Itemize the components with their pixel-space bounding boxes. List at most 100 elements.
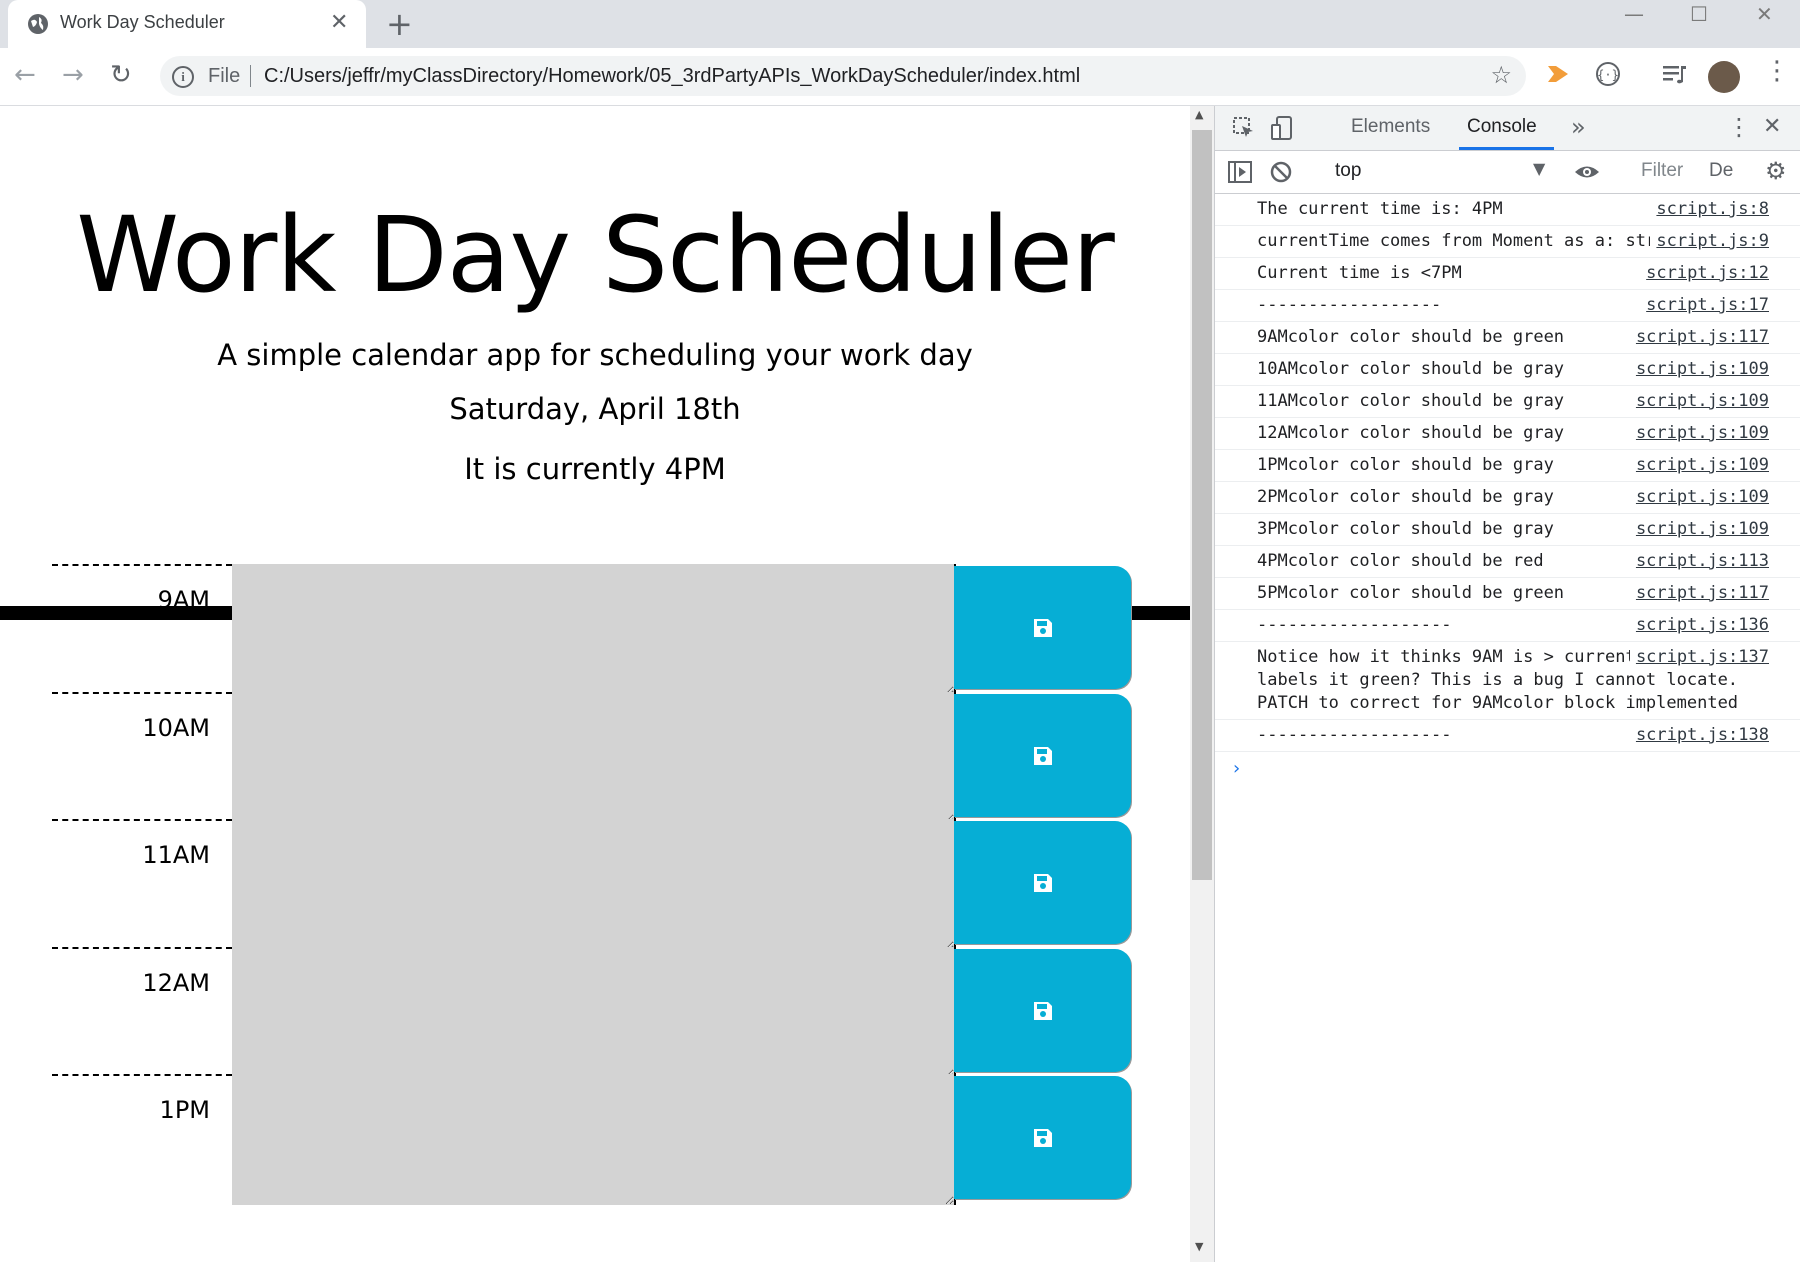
new-tab-button[interactable]: + bbox=[386, 6, 413, 42]
scheme-label: File bbox=[208, 65, 241, 87]
console-message-text: 1PMcolor color should be gray bbox=[1257, 455, 1554, 475]
description-textarea[interactable] bbox=[232, 819, 956, 950]
save-button[interactable] bbox=[954, 821, 1131, 944]
source-link[interactable]: script.js:12 bbox=[1640, 262, 1769, 285]
maximize-button[interactable]: ☐ bbox=[1690, 2, 1708, 26]
console-message: The current time is: 4PM script.js:8 bbox=[1215, 194, 1800, 226]
clear-console-icon[interactable] bbox=[1269, 160, 1293, 184]
reload-button[interactable]: ↻ bbox=[110, 60, 132, 90]
profile-avatar[interactable] bbox=[1708, 61, 1740, 93]
forward-button[interactable]: → bbox=[62, 60, 84, 90]
source-link[interactable]: script.js:113 bbox=[1629, 550, 1769, 573]
hour-label: 9AM bbox=[52, 564, 232, 693]
source-link[interactable]: script.js:109 bbox=[1629, 518, 1769, 541]
description-textarea[interactable] bbox=[232, 564, 956, 695]
save-disk-icon bbox=[1033, 873, 1052, 892]
scroll-up-arrow-icon[interactable]: ▲ bbox=[1195, 108, 1203, 121]
console-message: Notice how it thinks 9AM is > currentTim… bbox=[1215, 642, 1800, 720]
console-message: 2PMcolor color should be gray script.js:1… bbox=[1215, 482, 1800, 514]
description-textarea[interactable] bbox=[232, 692, 956, 823]
eye-icon[interactable] bbox=[1573, 161, 1601, 183]
source-link[interactable]: script.js:109 bbox=[1629, 486, 1769, 509]
info-icon[interactable]: i bbox=[172, 66, 194, 88]
console-message-text: 10AMcolor color should be gray bbox=[1257, 359, 1565, 379]
tab-close-icon[interactable]: ✕ bbox=[330, 11, 348, 35]
save-button[interactable] bbox=[954, 694, 1131, 817]
console-toolbar: top ▼ Filter De ⚙ bbox=[1215, 151, 1800, 194]
hour-label: 12AM bbox=[52, 947, 232, 1076]
context-selector[interactable]: top bbox=[1335, 160, 1361, 182]
source-link[interactable]: script.js:117 bbox=[1629, 582, 1769, 605]
settings-gear-icon[interactable]: ⚙ bbox=[1765, 158, 1787, 184]
filter-input[interactable]: Filter bbox=[1641, 160, 1683, 182]
bookmark-star-icon[interactable]: ☆ bbox=[1490, 61, 1512, 89]
active-tab-indicator bbox=[1459, 147, 1554, 150]
page-viewport: Work Day Scheduler A simple calendar app… bbox=[0, 106, 1190, 1262]
context-dropdown-icon[interactable]: ▼ bbox=[1533, 159, 1545, 178]
description-textarea[interactable] bbox=[232, 1074, 956, 1205]
source-link[interactable]: script.js:109 bbox=[1629, 390, 1769, 413]
browser-tab[interactable]: Work Day Scheduler ✕ bbox=[8, 0, 366, 48]
time-block-row: 11AM bbox=[52, 819, 1133, 950]
scrollbar-thumb[interactable] bbox=[1192, 130, 1212, 880]
save-disk-icon bbox=[1033, 1128, 1052, 1147]
tab-strip: Work Day Scheduler ✕ + — ☐ ✕ bbox=[0, 0, 1800, 48]
source-link[interactable]: script.js:117 bbox=[1629, 326, 1769, 349]
log-levels-dropdown[interactable]: De bbox=[1709, 160, 1733, 182]
minimize-button[interactable]: — bbox=[1624, 2, 1644, 26]
hour-text: 12AM bbox=[142, 969, 210, 997]
source-link[interactable]: script.js:136 bbox=[1629, 614, 1769, 637]
source-link[interactable]: script.js:17 bbox=[1640, 294, 1769, 317]
browser-toolbar: ← → ↻ i File C:/Users/jeffr/myClassDirec… bbox=[0, 48, 1800, 106]
devtools-tabbar: Elements Console » ⋮ ✕ bbox=[1215, 106, 1800, 151]
console-message: ------------------- script.js:138 bbox=[1215, 720, 1800, 752]
media-queue-icon[interactable] bbox=[1660, 60, 1688, 88]
console-message: 11AMcolor color should be gray script.js:… bbox=[1215, 386, 1800, 418]
console-message-text: 3PMcolor color should be gray bbox=[1257, 519, 1554, 539]
save-button[interactable] bbox=[954, 949, 1131, 1072]
page-title: Work Day Scheduler bbox=[76, 194, 1115, 316]
console-prompt[interactable]: › bbox=[1231, 758, 1800, 779]
time-block-row: 12AM bbox=[52, 947, 1133, 1078]
console-message-text: ------------------ bbox=[1257, 295, 1442, 315]
extension-code-icon[interactable]: {·} bbox=[1594, 60, 1622, 88]
source-link[interactable]: script.js:138 bbox=[1629, 724, 1769, 747]
source-link[interactable]: script.js:137 bbox=[1629, 646, 1769, 669]
more-tabs-icon[interactable]: » bbox=[1571, 114, 1586, 140]
source-link[interactable]: script.js:109 bbox=[1629, 358, 1769, 381]
sidebar-toggle-icon[interactable] bbox=[1227, 160, 1253, 184]
tab-elements[interactable]: Elements bbox=[1351, 116, 1430, 138]
window-close-button[interactable]: ✕ bbox=[1756, 2, 1773, 26]
url-text[interactable]: C:/Users/jeffr/myClassDirectory/Homework… bbox=[264, 65, 1080, 88]
inspect-element-icon[interactable] bbox=[1231, 115, 1257, 141]
save-button[interactable] bbox=[954, 566, 1131, 689]
save-button[interactable] bbox=[954, 1076, 1131, 1199]
tab-console[interactable]: Console bbox=[1467, 116, 1537, 138]
omnibox-separator bbox=[250, 65, 251, 87]
console-message: 3PMcolor color should be gray script.js:1… bbox=[1215, 514, 1800, 546]
extension-play-icon[interactable] bbox=[1544, 60, 1572, 88]
source-link[interactable]: script.js:8 bbox=[1650, 198, 1769, 221]
hour-text: 10AM bbox=[142, 714, 210, 742]
console-message-text: 9AMcolor color should be green bbox=[1257, 327, 1565, 347]
browser-menu-icon[interactable]: ⋮ bbox=[1764, 56, 1790, 86]
source-link[interactable]: script.js:109 bbox=[1629, 454, 1769, 477]
description-textarea[interactable] bbox=[232, 947, 956, 1078]
console-message: Current time is <7PM script.js:12 bbox=[1215, 258, 1800, 290]
devtools-close-icon[interactable]: ✕ bbox=[1763, 114, 1781, 140]
devtools-menu-icon[interactable]: ⋮ bbox=[1727, 114, 1751, 140]
console-message: ------------------- script.js:136 bbox=[1215, 610, 1800, 642]
source-link[interactable]: script.js:109 bbox=[1629, 422, 1769, 445]
console-message: ------------------ script.js:17 bbox=[1215, 290, 1800, 322]
address-bar[interactable]: i File C:/Users/jeffr/myClassDirectory/H… bbox=[160, 56, 1526, 96]
scroll-down-arrow-icon[interactable]: ▼ bbox=[1195, 1240, 1203, 1253]
source-link[interactable]: script.js:9 bbox=[1650, 230, 1769, 253]
page-scrollbar[interactable]: ▲ ▼ bbox=[1190, 106, 1214, 1262]
lead-text: A simple calendar app for scheduling you… bbox=[217, 338, 973, 372]
devtools-panel: Elements Console » ⋮ ✕ top ▼ Filter De ⚙… bbox=[1214, 106, 1800, 1262]
console-message: 9AMcolor color should be green script.js:… bbox=[1215, 322, 1800, 354]
hour-label: 1PM bbox=[52, 1074, 232, 1203]
console-message: currentTime comes from Moment as a: stri… bbox=[1215, 226, 1800, 258]
back-button[interactable]: ← bbox=[14, 60, 36, 90]
device-toolbar-icon[interactable] bbox=[1269, 115, 1295, 141]
